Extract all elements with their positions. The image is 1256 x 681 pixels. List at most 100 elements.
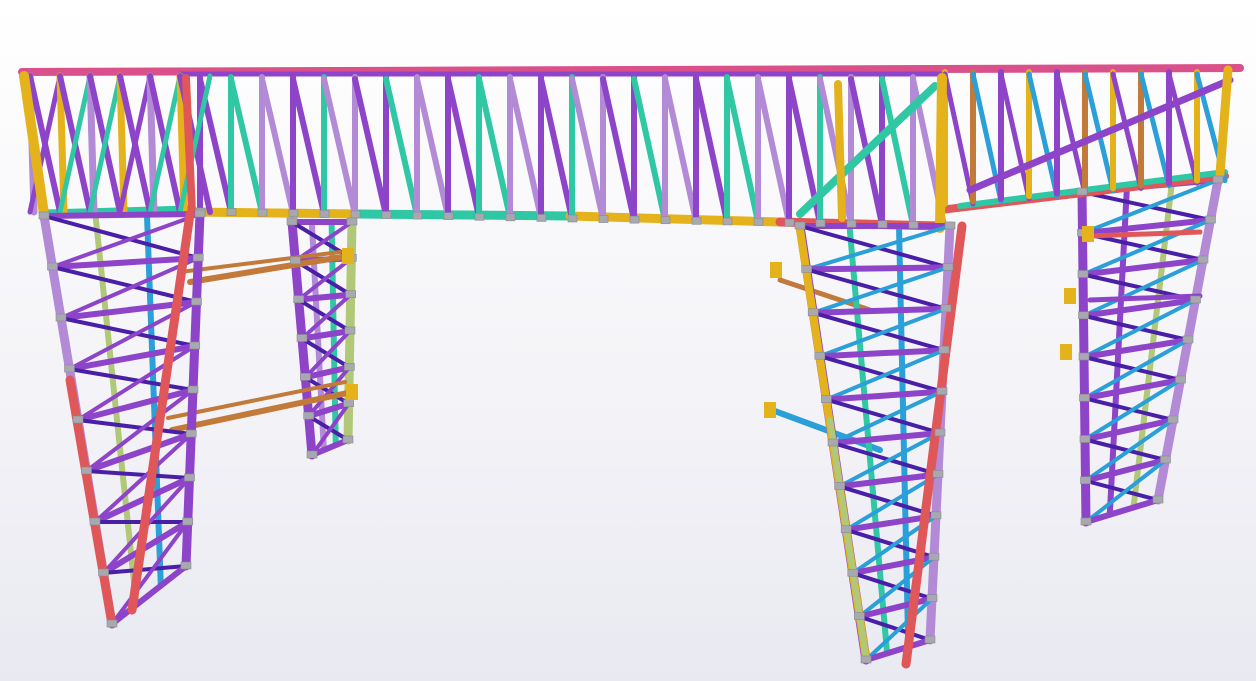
connection-plate [936, 387, 948, 395]
connection-plate [753, 218, 764, 226]
connection-plate [412, 211, 423, 220]
connection-plate [64, 364, 75, 373]
tower-rear-right-brace [1082, 396, 1175, 422]
connection-plate [934, 428, 946, 437]
connection-plate [319, 210, 330, 218]
connection-plate [194, 209, 206, 218]
connection-plate [184, 473, 195, 482]
connection-plate [182, 517, 194, 526]
connection-plate [303, 411, 314, 420]
connection-plate [567, 214, 578, 223]
corner-post [834, 80, 846, 222]
truss-diagonal [724, 76, 761, 225]
connection-plate [840, 525, 852, 534]
connection-plate [1175, 375, 1186, 384]
connection-plate [1078, 311, 1089, 320]
connection-plate [801, 265, 812, 273]
connection-plate [1205, 215, 1216, 224]
connection-plate [344, 363, 355, 371]
connection-plate [1076, 187, 1088, 196]
connection-plate [794, 221, 806, 230]
connection-plate [942, 263, 954, 271]
connection-plate [1160, 455, 1171, 464]
connection-plate [38, 211, 50, 220]
connection-plate [847, 568, 859, 577]
connection-plate [629, 215, 640, 224]
connection-plate [106, 619, 118, 628]
connection-plate [296, 334, 308, 342]
end-plate [1082, 226, 1094, 242]
connection-plate [854, 612, 865, 620]
connection-plate [926, 594, 938, 602]
tower-rear-right-brace [1083, 437, 1168, 462]
connection-plate [350, 210, 361, 219]
end-plate [1060, 344, 1072, 360]
connection-plate [722, 217, 733, 226]
tower-rear-right-brace [1083, 478, 1160, 502]
3d-model-view[interactable] [0, 0, 1256, 681]
connection-plate [598, 215, 609, 223]
truss-diagonal [476, 76, 513, 221]
tower-front-right-brace [824, 397, 942, 435]
connection-plate [908, 221, 919, 229]
tower-rear-right-horizontal [1083, 497, 1161, 525]
connection-plate [288, 209, 299, 218]
tower-front-left-brace [84, 469, 192, 480]
connection-plate [81, 466, 92, 475]
end-truss-diagonal [1054, 71, 1088, 197]
truss-diagonal [879, 76, 916, 228]
end-truss-diagonal [1138, 71, 1172, 189]
connection-plate [98, 568, 109, 577]
tower-rear-right-brace [1081, 313, 1190, 342]
truss-diagonal [507, 76, 544, 221]
tower-front-right-brace [857, 614, 932, 642]
bottom-chord [185, 207, 365, 219]
connection-plate [1078, 352, 1090, 361]
tower-rear-right-brace [1080, 190, 1213, 222]
tower-front-left-horizontal [41, 211, 203, 219]
connection-plate [189, 341, 201, 350]
connection-plate [226, 208, 237, 216]
connection-plate [1080, 476, 1091, 485]
connection-plate [345, 290, 356, 298]
connection-plate [814, 351, 826, 360]
truss-diagonal [414, 76, 451, 220]
connection-plate [536, 214, 547, 222]
truss-diagonal [445, 76, 482, 220]
connection-plate [928, 552, 940, 561]
end-plate [346, 384, 358, 400]
connection-plate [443, 212, 454, 220]
connection-plate [306, 450, 318, 459]
connection-plate [293, 295, 304, 303]
truss-diagonal [383, 76, 420, 219]
tower-front-right-brace [831, 441, 940, 477]
connection-plate [1167, 415, 1179, 424]
end-plate [1064, 288, 1076, 304]
connection-plate [185, 429, 197, 438]
connection-plate [55, 313, 67, 322]
connection-plate [940, 304, 952, 313]
tower-front-right-horizontal [810, 305, 949, 316]
connection-plate [474, 212, 485, 221]
truss-diagonal [631, 76, 668, 224]
connection-plate [834, 482, 845, 490]
connection-plate [192, 253, 204, 262]
truss-diagonal [600, 76, 637, 223]
truss-diagonal [352, 76, 389, 218]
end-truss-diagonal [942, 71, 976, 207]
connection-plate [938, 345, 950, 354]
connection-plate [930, 511, 942, 520]
connection-plate [191, 297, 202, 306]
connection-plate [342, 435, 354, 444]
truss-diagonal [228, 76, 265, 216]
connection-plate [290, 256, 301, 265]
tower-front-right-brace [811, 265, 950, 315]
connection-plate [343, 399, 354, 407]
connection-plate [505, 213, 516, 222]
connection-plate [691, 217, 702, 225]
connection-plate [821, 395, 832, 403]
connection-plate [924, 635, 936, 644]
steel-structure-model [18, 64, 1244, 669]
connection-plate [47, 262, 58, 271]
connection-plate [346, 217, 358, 226]
